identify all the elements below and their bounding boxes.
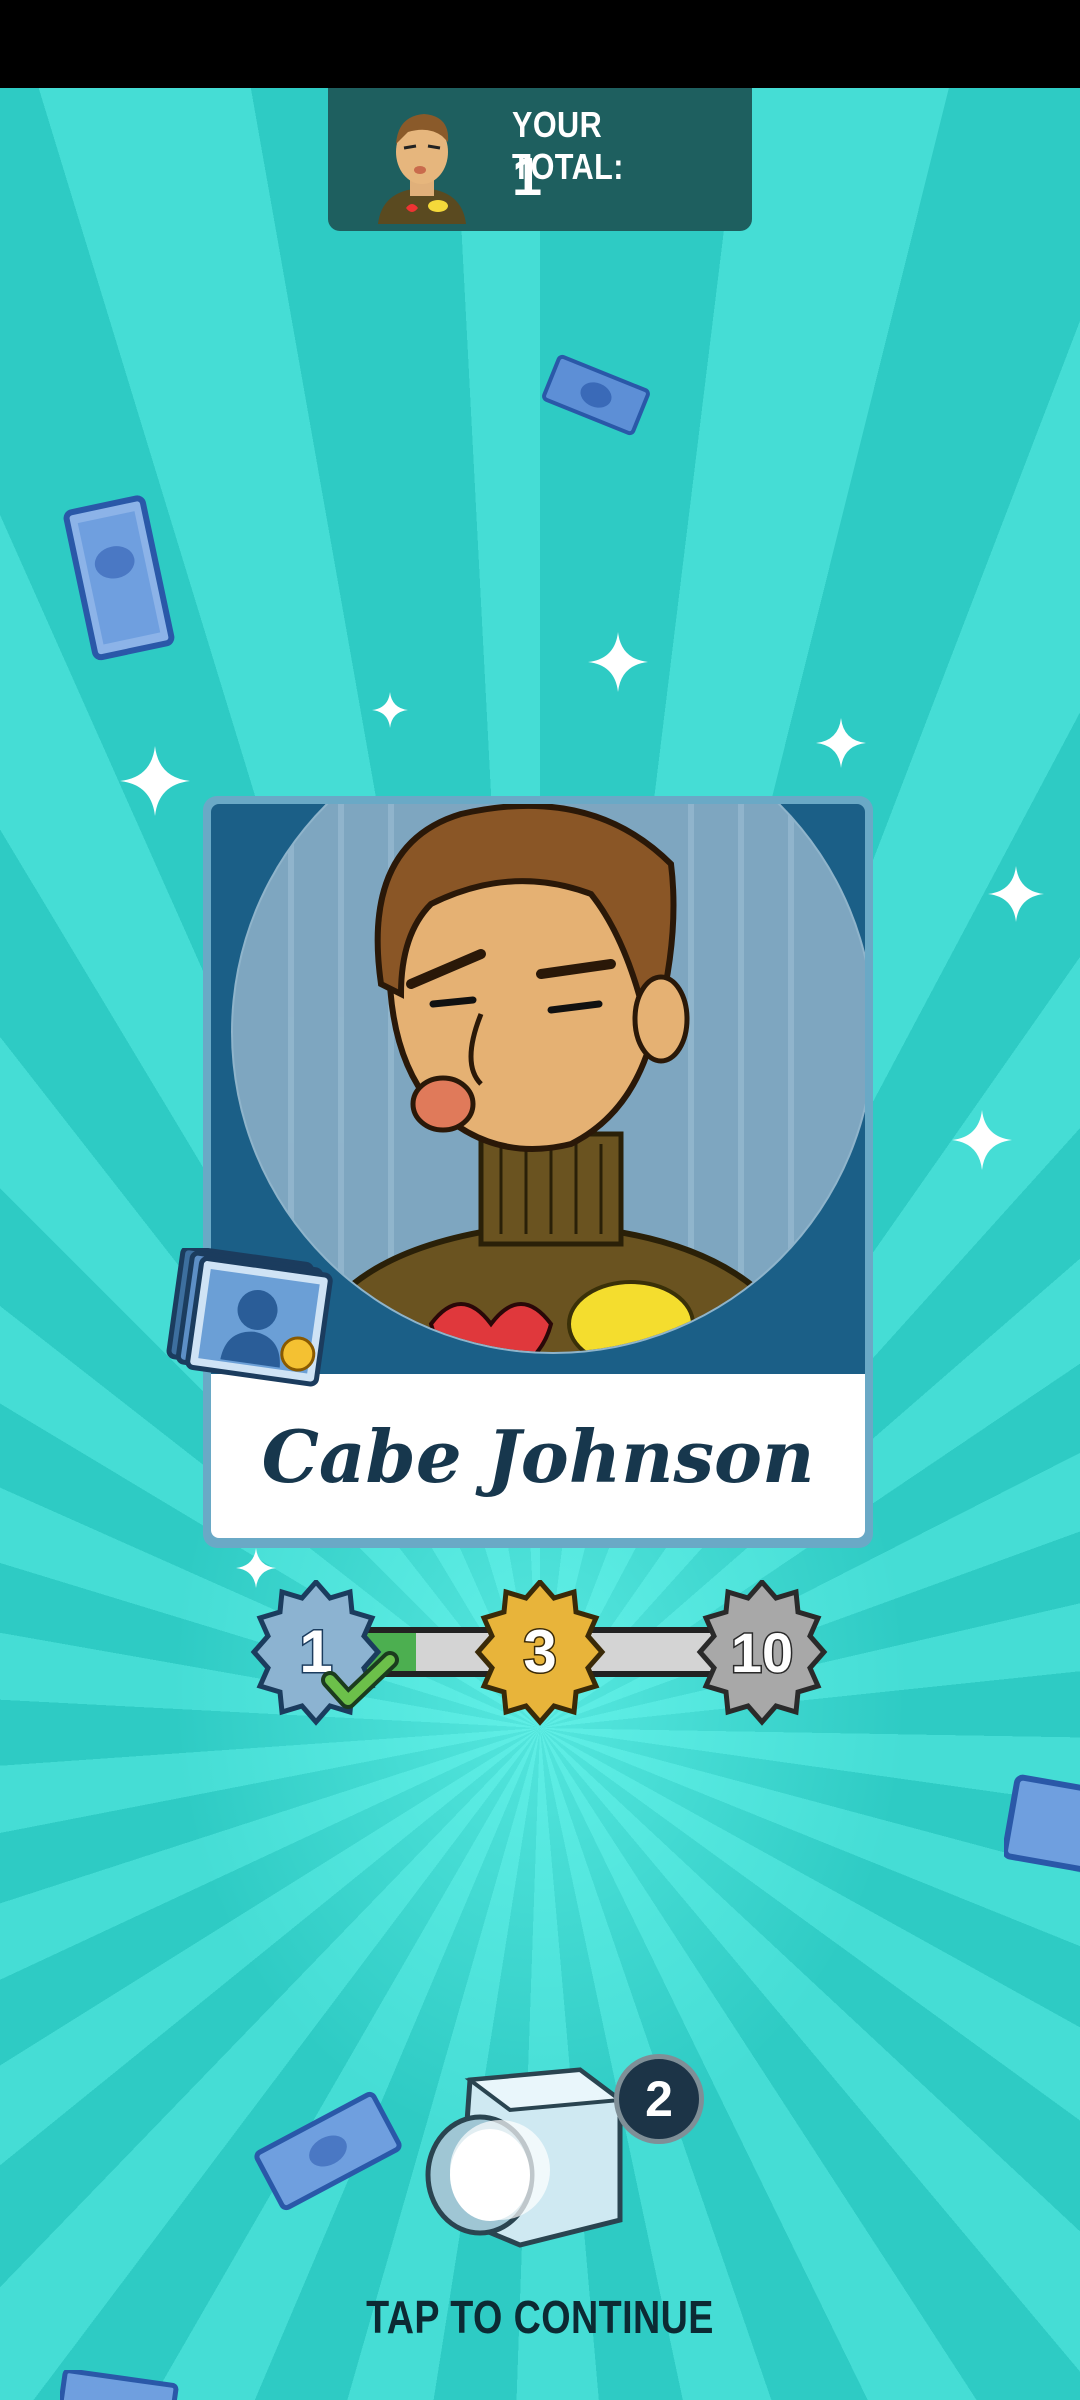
sparkle-icon: [372, 692, 408, 728]
card-name-area: Cabe Johnson: [211, 1374, 865, 1538]
chest-icon[interactable]: [410, 2040, 630, 2260]
money-bill-icon: [254, 2091, 402, 2211]
money-bill-icon: [60, 2370, 179, 2400]
sparkle-icon: [952, 1110, 1012, 1170]
sparkle-icon: [120, 746, 190, 816]
card-collection-icon: [166, 1248, 333, 1387]
sparkle-icon: [588, 632, 648, 692]
tap-to-continue-label[interactable]: TAP TO CONTINUE: [97, 2290, 983, 2344]
total-panel: YOUR TOTAL: 1: [328, 88, 752, 231]
status-bar: [0, 0, 1080, 88]
character-card[interactable]: Cabe Johnson: [203, 796, 873, 1548]
collection-progress: 1 3 10: [250, 1580, 828, 1726]
money-bill-icon: [1004, 1774, 1080, 1874]
money-bill-icon: [542, 354, 650, 436]
player-avatar: [378, 114, 466, 224]
milestone-10-label: 10: [731, 1621, 793, 1684]
chest-count-badge: 2: [614, 2054, 704, 2144]
sparkle-icon: [816, 718, 866, 768]
milestone-3-label: 3: [523, 1618, 556, 1685]
sparkle-icon: [988, 866, 1044, 922]
total-label: YOUR TOTAL:: [512, 104, 624, 187]
money-bill-icon: [63, 495, 175, 661]
total-value: 1: [512, 147, 543, 207]
card-character-name: Cabe Johnson: [261, 1413, 815, 1499]
